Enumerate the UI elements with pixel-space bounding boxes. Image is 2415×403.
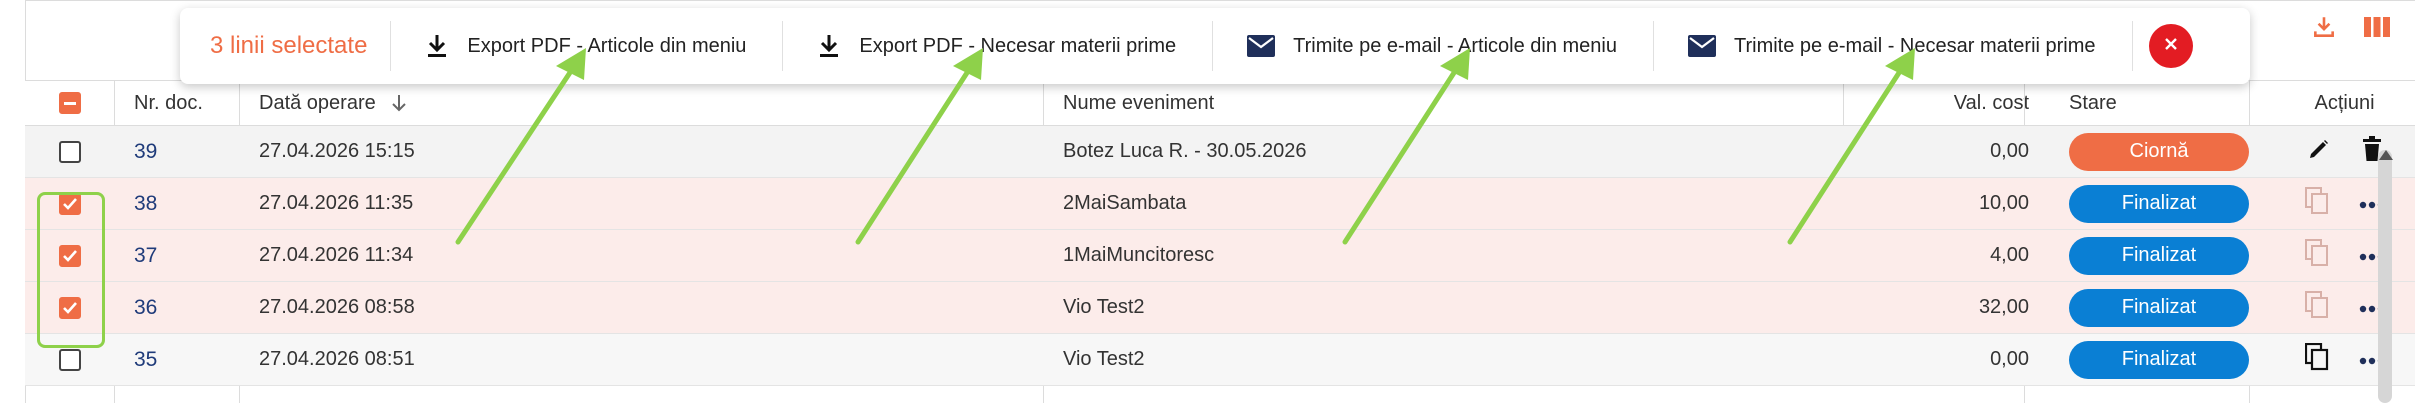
actions-cell	[2274, 230, 2415, 281]
close-bulk-bar-button[interactable]	[2148, 24, 2193, 68]
copy-icon[interactable]	[2304, 342, 2329, 377]
mail-icon	[1247, 35, 1276, 57]
actions-cell	[2274, 282, 2415, 333]
column-divider	[1843, 80, 1844, 126]
column-header-name[interactable]: Nume eveniment	[1043, 81, 1868, 125]
table-toolbar	[2311, 14, 2391, 40]
email-raw-materials-button[interactable]: Trimite pe e-mail - Necesar materii prim…	[1654, 35, 2132, 58]
download-icon	[817, 33, 841, 59]
copy-icon	[2304, 238, 2329, 273]
actions-cell	[2274, 178, 2415, 229]
event-name-cell: 2MaiSambata	[1063, 192, 1187, 214]
table-row[interactable]: 38 27.04.2026 11:35 2MaiSambata 10,00 Fi…	[25, 178, 2415, 230]
bulk-action-bar: 3 linii selectate Export PDF - Articole …	[180, 8, 2250, 84]
mail-icon	[1687, 35, 1716, 57]
status-badge[interactable]: Finalizat	[2069, 184, 2249, 223]
date-cell: 27.04.2026 08:51	[259, 348, 415, 370]
table-row[interactable]: 35 27.04.2026 08:51 Vio Test2 0,00 Final…	[25, 334, 2415, 386]
email-menu-items-button[interactable]: Trimite pe e-mail - Articole din meniu	[1213, 35, 1653, 58]
doc-number-cell: 35	[114, 334, 239, 385]
event-name-cell: Vio Test2	[1063, 348, 1145, 370]
state-cell: Finalizat	[2049, 178, 2274, 229]
selection-highlight	[37, 192, 105, 348]
selected-count: 3 linii selectate	[210, 32, 368, 59]
select-all-cell	[25, 81, 114, 125]
status-badge[interactable]: Finalizat	[2069, 340, 2249, 379]
export-pdf-menu-items-button[interactable]: Export PDF - Articole din meniu	[391, 33, 782, 59]
columns-icon[interactable]	[2363, 14, 2391, 40]
vertical-scrollbar[interactable]	[2378, 150, 2392, 403]
date-cell: 27.04.2026 11:35	[259, 192, 414, 214]
select-all-checkbox[interactable]	[58, 92, 81, 114]
copy-icon	[2304, 290, 2329, 325]
cost-cell: 32,00	[1978, 296, 2029, 318]
row-checkbox[interactable]	[58, 348, 81, 371]
export-pdf-raw-materials-button[interactable]: Export PDF - Necesar materii prime	[783, 33, 1212, 59]
cost-cell: 0,00	[1990, 348, 2029, 370]
column-header-actions: Acțiuni	[2314, 91, 2375, 114]
doc-number-link[interactable]: 39	[134, 140, 157, 164]
cost-cell: 4,00	[1990, 244, 2029, 266]
doc-number-link[interactable]: 38	[134, 192, 157, 216]
event-name-cell: Botez Luca R. - 30.05.2026	[1063, 140, 1307, 162]
status-badge[interactable]: Finalizat	[2069, 236, 2249, 275]
actions-cell	[2274, 334, 2415, 385]
table-row[interactable]: 37 27.04.2026 11:34 1MaiMuncitoresc 4,00…	[25, 230, 2415, 282]
event-name-cell: Vio Test2	[1063, 296, 1145, 318]
cost-cell: 10,00	[1978, 192, 2029, 214]
date-cell: 27.04.2026 15:15	[259, 140, 415, 162]
export-icon[interactable]	[2311, 14, 2337, 40]
close-icon	[2163, 36, 2179, 57]
date-cell: 27.04.2026 11:34	[259, 244, 414, 266]
row-checkbox[interactable]	[58, 140, 81, 163]
column-header-nr[interactable]: Nr. doc.	[114, 81, 239, 125]
state-cell: Finalizat	[2049, 334, 2274, 385]
status-badge[interactable]: Finalizat	[2069, 288, 2249, 327]
table-row[interactable]: 36 27.04.2026 08:58 Vio Test2 32,00 Fina…	[25, 282, 2415, 334]
state-cell: Ciornă	[2049, 126, 2274, 177]
doc-number-link[interactable]: 37	[134, 244, 157, 268]
doc-number-cell: 37	[114, 230, 239, 281]
scroll-up-arrow-icon[interactable]	[2379, 150, 2393, 160]
table-header: Nr. doc. Dată operare Nume eveniment Val…	[25, 80, 2415, 126]
divider	[2131, 21, 2133, 71]
doc-number-cell: 39	[114, 126, 239, 177]
download-icon	[425, 33, 449, 59]
sort-down-icon[interactable]	[390, 93, 408, 113]
row-checkbox-cell	[25, 126, 114, 177]
column-header-cost[interactable]: Val. cost	[1868, 81, 2049, 125]
doc-number-link[interactable]: 35	[134, 348, 157, 372]
table-body: 39 27.04.2026 15:15 Botez Luca R. - 30.0…	[25, 126, 2415, 386]
state-cell: Finalizat	[2049, 282, 2274, 333]
actions-cell	[2274, 126, 2415, 177]
copy-icon	[2304, 186, 2329, 221]
cost-cell: 0,00	[1990, 140, 2029, 162]
doc-number-cell: 38	[114, 178, 239, 229]
doc-number-link[interactable]: 36	[134, 296, 157, 320]
status-badge[interactable]: Ciornă	[2069, 132, 2249, 171]
date-cell: 27.04.2026 08:58	[259, 296, 415, 318]
column-header-state[interactable]: Stare	[2049, 81, 2274, 125]
state-cell: Finalizat	[2049, 230, 2274, 281]
edit-icon[interactable]	[2307, 137, 2331, 167]
doc-number-cell: 36	[114, 282, 239, 333]
table-row[interactable]: 39 27.04.2026 15:15 Botez Luca R. - 30.0…	[25, 126, 2415, 178]
column-header-date[interactable]: Dată operare	[239, 81, 1043, 125]
event-name-cell: 1MaiMuncitoresc	[1063, 244, 1215, 266]
